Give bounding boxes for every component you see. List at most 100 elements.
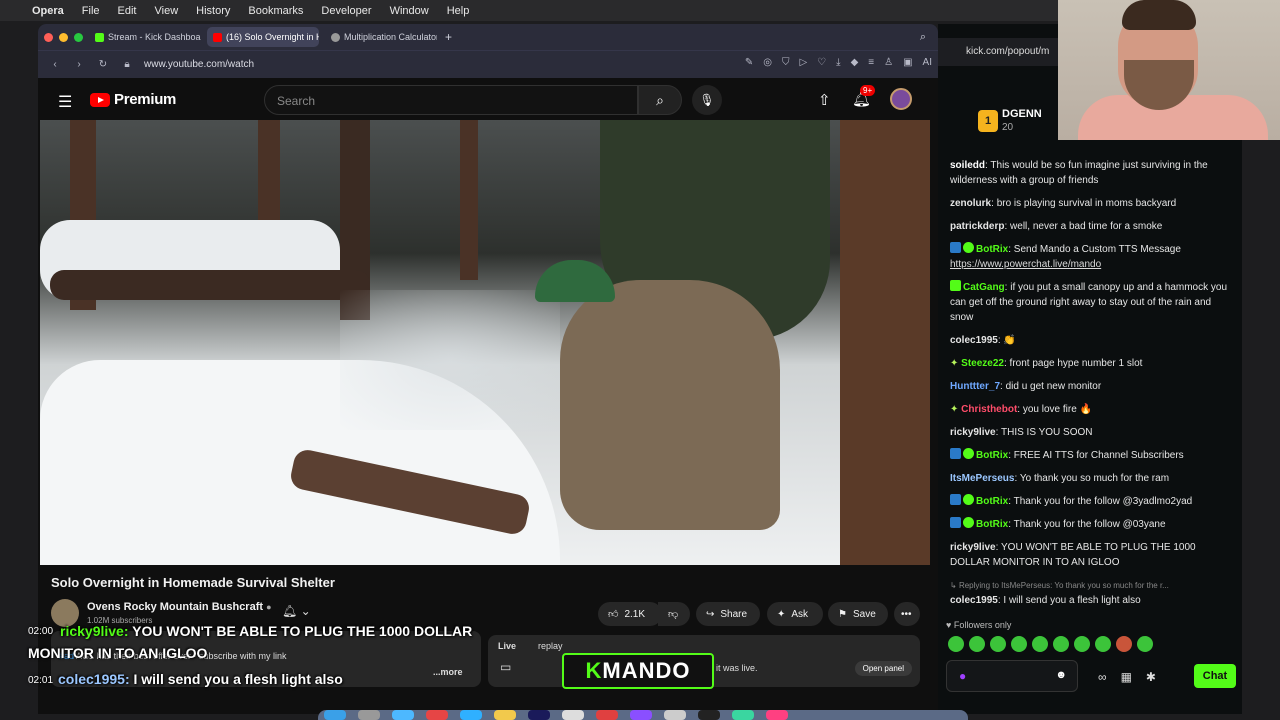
tab-search-icon[interactable]: ⌕ <box>920 31 926 44</box>
subscription-bell-button[interactable]: 🔔︎ ⌄ <box>282 604 311 618</box>
tab-multiplication-calculator[interactable]: Multiplication Calculator <box>325 27 437 47</box>
camera-icon[interactable]: ◎ <box>763 57 772 68</box>
dock-app-icon[interactable] <box>494 710 516 720</box>
emote-icon[interactable] <box>1053 636 1069 652</box>
chat-link[interactable]: https://www.powerchat.live/mando <box>950 259 1101 270</box>
new-tab-icon[interactable]: + <box>445 30 452 44</box>
search-input[interactable]: Search <box>264 85 638 115</box>
menu-developer[interactable]: Developer <box>321 5 371 17</box>
video-player[interactable] <box>40 120 930 565</box>
description-more[interactable]: ...more <box>433 667 463 677</box>
menu-help[interactable]: Help <box>447 5 470 17</box>
dock-app-icon[interactable] <box>596 710 618 720</box>
dock-app-icon[interactable] <box>324 710 346 720</box>
hamburger-menu-icon[interactable]: ☰ <box>58 92 72 112</box>
chat-url[interactable]: kick.com/popout/m <box>966 46 1049 57</box>
dock-app-icon[interactable] <box>562 710 584 720</box>
menu-bookmarks[interactable]: Bookmarks <box>248 5 303 17</box>
chat-username[interactable]: BotRix <box>976 450 1008 461</box>
voice-search-button[interactable]: 🎙︎ <box>692 85 722 115</box>
emote-icon[interactable] <box>969 636 985 652</box>
notifications-icon[interactable]: 🔔︎ 9+ <box>852 85 876 108</box>
chat-username[interactable]: colec1995 <box>950 335 998 346</box>
chat-username[interactable]: patrickderp <box>950 221 1004 232</box>
channel-name[interactable]: Ovens Rocky Mountain Bushcraft ● <box>87 601 272 613</box>
tab-kick-dashboard[interactable]: Stream - Kick Dashboard <box>89 27 201 47</box>
menu-history[interactable]: History <box>196 5 230 17</box>
minimize-window-icon[interactable] <box>59 32 68 42</box>
emote-icon[interactable] <box>1032 636 1048 652</box>
leaderboard-user[interactable]: DGENN <box>1002 108 1042 120</box>
chat-username[interactable]: BotRix <box>976 519 1008 530</box>
chat-username[interactable]: CatGang <box>963 282 1005 293</box>
emote-icon[interactable] <box>1074 636 1090 652</box>
settings-icon[interactable]: ✱ <box>1146 670 1156 684</box>
chat-input[interactable]: ● ☻ <box>946 660 1078 692</box>
dock-app-icon[interactable] <box>426 710 448 720</box>
chat-username[interactable]: ItsMePerseus <box>950 473 1014 484</box>
chat-username[interactable]: zenolurk <box>950 198 991 209</box>
emote-icon[interactable] <box>1137 636 1153 652</box>
menu-list-icon[interactable]: ≡ <box>868 57 874 68</box>
back-icon[interactable]: ‹ <box>48 59 62 70</box>
url-field[interactable]: www.youtube.com/watch <box>144 59 254 70</box>
download-icon[interactable]: ⤓ <box>836 57 840 68</box>
youtube-logo[interactable]: Premium <box>90 91 176 108</box>
dock-app-icon[interactable] <box>766 710 788 720</box>
chat-username[interactable]: ricky9live <box>950 427 996 438</box>
profile-icon[interactable]: ♙ <box>884 57 893 68</box>
zoom-window-icon[interactable] <box>74 32 83 42</box>
reload-icon[interactable]: ↻ <box>96 59 110 70</box>
dock-app-icon[interactable] <box>460 710 482 720</box>
edit-icon[interactable]: ✎ <box>745 57 753 68</box>
heart-icon[interactable]: ♡ <box>817 57 826 68</box>
dock-app-icon[interactable] <box>630 710 652 720</box>
emote-icon[interactable] <box>1095 636 1111 652</box>
emoji-icon[interactable]: ☻ <box>1055 669 1067 681</box>
dock-app-icon[interactable] <box>698 710 720 720</box>
microphone-icon[interactable]: ● <box>959 669 966 683</box>
dock-app-icon[interactable] <box>664 710 686 720</box>
menu-view[interactable]: View <box>155 5 179 17</box>
dock-app-icon[interactable] <box>358 710 380 720</box>
cube-icon[interactable]: ▣ <box>903 57 912 68</box>
dislike-button[interactable]: 👎︎ <box>658 602 690 626</box>
chat-username[interactable]: Steeze22 <box>961 358 1004 369</box>
forward-icon[interactable]: › <box>72 59 86 70</box>
chat-username[interactable]: soiledd <box>950 160 985 171</box>
ask-button[interactable]: ✦ Ask <box>767 602 823 626</box>
chat-username[interactable]: ricky9live <box>950 542 996 553</box>
share-button[interactable]: ↪ Share <box>696 602 760 626</box>
like-button[interactable]: 👍︎ 2.1K <box>598 602 662 626</box>
account-avatar[interactable] <box>890 88 912 110</box>
dock-app-icon[interactable] <box>732 710 754 720</box>
chat-username[interactable]: Christhebot <box>961 404 1017 415</box>
send-chat-button[interactable]: Chat <box>1194 664 1236 688</box>
open-panel-button[interactable]: Open panel <box>854 661 912 676</box>
extension-icon[interactable]: ◆ <box>851 57 859 68</box>
tab-youtube-video[interactable]: (16) Solo Overnight in Ho <box>207 27 319 47</box>
chat-username[interactable]: BotRix <box>976 244 1008 255</box>
more-actions-button[interactable]: ••• <box>894 602 920 626</box>
play-icon[interactable]: ▷ <box>799 57 807 68</box>
infinity-icon[interactable]: ∞ <box>1098 670 1107 684</box>
menu-window[interactable]: Window <box>390 5 429 17</box>
ai-button[interactable]: AI <box>923 57 932 68</box>
chat-username[interactable]: BotRix <box>976 496 1008 507</box>
emote-icon[interactable] <box>1116 636 1132 652</box>
save-button[interactable]: ⚑ Save <box>828 602 888 626</box>
chat-username[interactable]: colec1995 <box>950 595 998 606</box>
shield-icon[interactable]: ⛉ <box>782 57 790 68</box>
dock-app-icon[interactable] <box>528 710 550 720</box>
emote-icon[interactable] <box>990 636 1006 652</box>
upload-icon[interactable]: ⇧ <box>818 91 831 109</box>
emote-icon[interactable] <box>1011 636 1027 652</box>
chat-username[interactable]: Hunttter_7 <box>950 381 1000 392</box>
dock-app-icon[interactable] <box>392 710 414 720</box>
emote-icon[interactable] <box>948 636 964 652</box>
close-window-icon[interactable] <box>44 32 53 42</box>
gift-icon[interactable]: ▦ <box>1121 670 1132 684</box>
menu-file[interactable]: File <box>82 5 100 17</box>
menu-app-name[interactable]: Opera <box>32 5 64 17</box>
search-button[interactable]: ⌕ <box>638 85 682 115</box>
